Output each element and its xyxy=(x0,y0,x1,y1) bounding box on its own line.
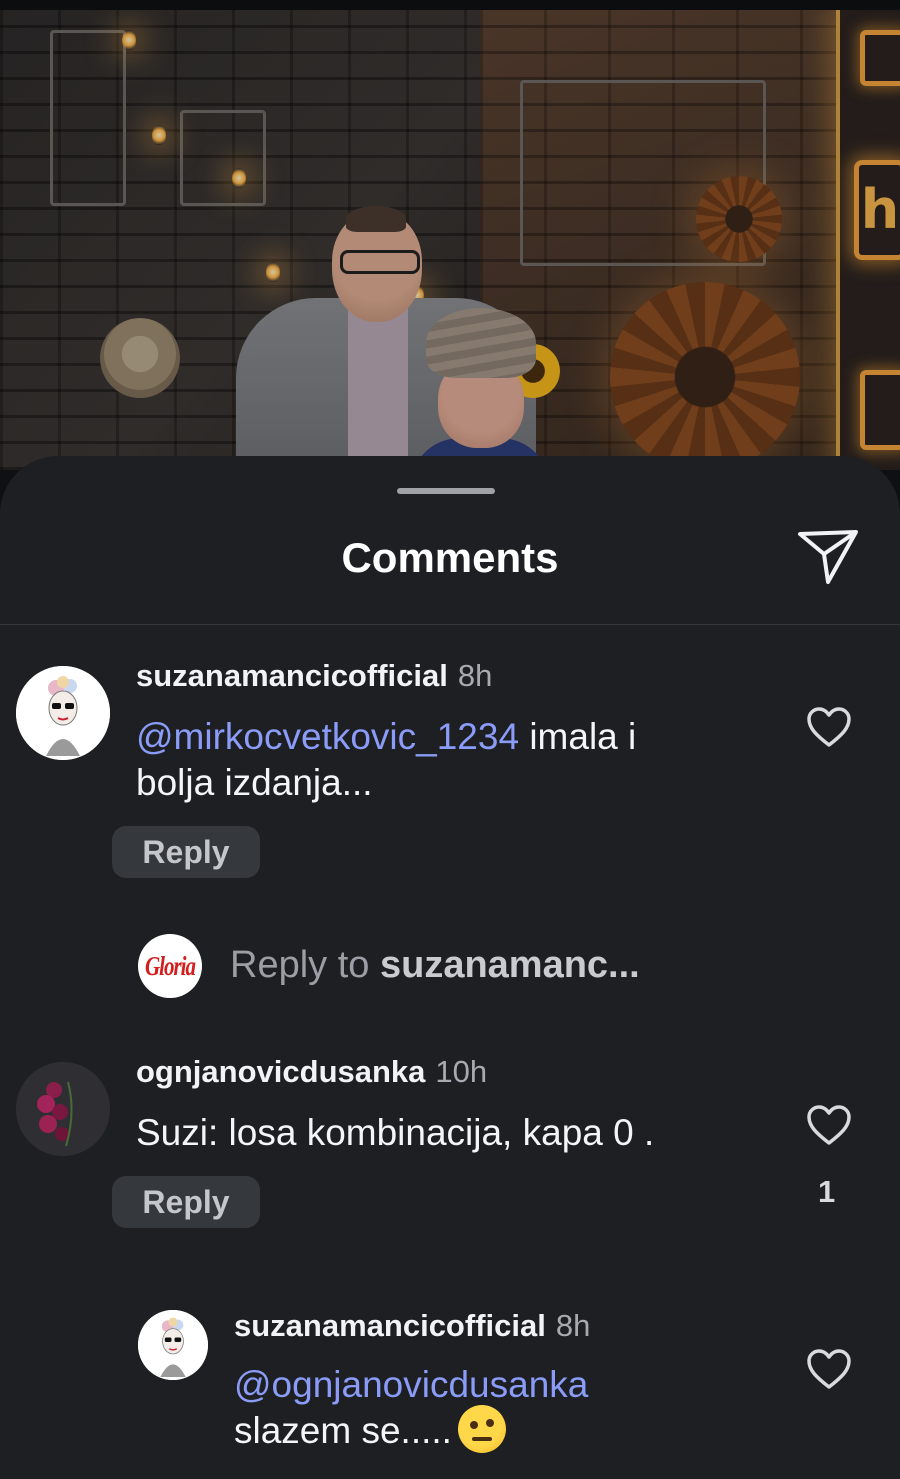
orchid-avatar-icon xyxy=(16,1062,110,1156)
like-button[interactable] xyxy=(806,1348,852,1390)
comment-username[interactable]: suzanamancicofficial 8h xyxy=(136,658,492,694)
sheet-grabber[interactable] xyxy=(397,488,495,494)
heart-icon xyxy=(807,1105,851,1145)
current-user-avatar: Gloria xyxy=(138,934,202,998)
like-button[interactable] xyxy=(806,706,852,748)
heart-icon xyxy=(807,707,851,747)
reply-button[interactable]: Reply xyxy=(112,1176,260,1228)
comment-text: @mirkocvetkovic_1234 imala i bolja izdan… xyxy=(136,714,776,806)
status-bar xyxy=(0,0,900,10)
mention-link[interactable]: @mirkocvetkovic_1234 xyxy=(136,716,519,757)
comment-item-reply: suzanamancicofficial 8h @ognjanovicdusank… xyxy=(0,1298,900,1478)
mention-link[interactable]: @ognjanovicdusanka xyxy=(234,1364,588,1405)
avatar-illustration-icon xyxy=(138,1310,208,1380)
reply-to-target: suzanamanc... xyxy=(379,944,640,986)
sheet-title: Comments xyxy=(341,534,559,581)
header-divider xyxy=(0,624,900,625)
comment-text-line2: bolja izdanja... xyxy=(136,762,373,803)
comment-time: 10h xyxy=(435,1054,488,1089)
reply-to-input[interactable]: Reply to suzanamanc... xyxy=(230,944,640,987)
photo-dim-overlay xyxy=(0,0,900,470)
face-with-raised-eyebrow-emoji xyxy=(457,1405,506,1454)
username-text[interactable]: suzanamancicofficial xyxy=(136,658,448,693)
avatar-illustration-icon xyxy=(16,666,110,760)
comment-time: 8h xyxy=(457,658,493,693)
comment-text: @ognjanovicdusanka slazem se..... xyxy=(234,1362,774,1457)
share-button[interactable] xyxy=(796,526,862,588)
comments-sheet: Comments suzanamancicofficial 8h @mirkoc… xyxy=(0,456,900,1479)
avatar[interactable] xyxy=(16,666,110,760)
comment-text: Suzi: losa kombinacija, kapa 0 . xyxy=(136,1112,655,1153)
avatar[interactable] xyxy=(138,1310,208,1380)
post-photo-background: h xyxy=(0,0,900,470)
comment-text-part: imala i xyxy=(519,716,637,757)
comment-username[interactable]: suzanamancicofficial 8h xyxy=(234,1308,590,1344)
like-count[interactable]: 1 xyxy=(818,1174,835,1210)
comment-username[interactable]: ognjanovicdusanka 10h xyxy=(136,1054,487,1090)
heart-icon xyxy=(807,1349,851,1389)
comment-text-part: slazem se..... xyxy=(234,1410,452,1451)
reply-to-row[interactable]: Gloria Reply to suzanamanc... xyxy=(138,934,838,1000)
reply-to-prefix: Reply to xyxy=(230,944,380,986)
username-text[interactable]: suzanamancicofficial xyxy=(234,1308,546,1343)
send-icon xyxy=(798,530,858,584)
comment-item: ognjanovicdusanka 10h Suzi: losa kombinac… xyxy=(0,1052,900,1242)
comment-item: suzanamancicofficial 8h @mirkocvetkovic_1… xyxy=(0,656,900,886)
gloria-logo: Gloria xyxy=(144,949,196,981)
avatar[interactable] xyxy=(16,1062,110,1156)
like-button[interactable] xyxy=(806,1104,852,1146)
username-text[interactable]: ognjanovicdusanka xyxy=(136,1054,425,1089)
reply-button[interactable]: Reply xyxy=(112,826,260,878)
comment-time: 8h xyxy=(555,1308,591,1343)
